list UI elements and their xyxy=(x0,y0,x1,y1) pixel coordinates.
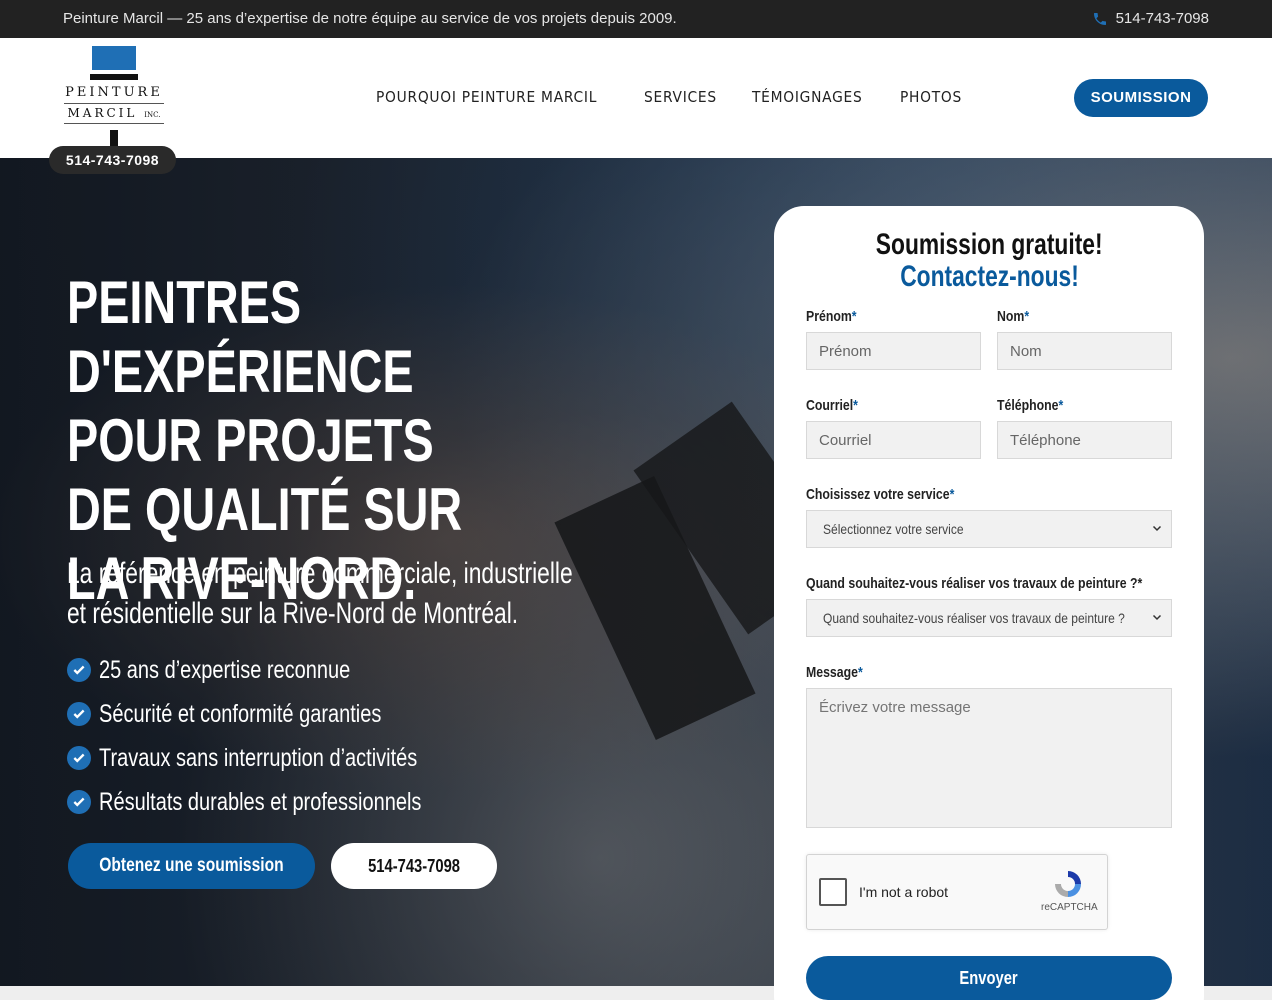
checklist-text: Sécurité et conformité garanties xyxy=(99,699,382,728)
nom-label: Nom* xyxy=(997,308,1029,325)
check-icon xyxy=(67,746,91,770)
call-phone-button[interactable]: 514-743-7098 xyxy=(331,843,497,889)
courriel-label: Courriel* xyxy=(806,397,858,414)
service-label-text: Choisissez votre service xyxy=(806,486,950,503)
service-select[interactable]: Sélectionnez votre service xyxy=(806,510,1172,548)
checklist-item: 25 ans d’expertise reconnue xyxy=(67,648,502,692)
quand-label: Quand souhaitez-vous réaliser vos travau… xyxy=(806,575,1143,592)
message-label-text: Message xyxy=(806,664,858,681)
checklist-text: Travaux sans interruption d’activités xyxy=(99,743,418,772)
hero-subtitle: La référence en peinture commerciale, in… xyxy=(67,557,573,630)
nom-input[interactable] xyxy=(997,332,1172,370)
get-quote-label: Obtenez une soumission xyxy=(99,855,284,876)
site-header: PEINTURE MARCIL INC. POURQUOI PEINTURE M… xyxy=(0,38,1272,158)
service-label: Choisissez votre service* xyxy=(806,486,954,503)
logo-post xyxy=(110,130,118,146)
top-bar: Peinture Marcil — 25 ans d’expertise de … xyxy=(0,0,1272,38)
topbar-phone-text: 514-743-7098 xyxy=(1115,10,1209,27)
nav-item-temoignages[interactable]: TÉMOIGNAGES xyxy=(752,88,862,106)
courriel-input[interactable] xyxy=(806,421,981,459)
recaptcha-brand: reCAPTCHA xyxy=(1041,902,1098,913)
prenom-input[interactable] xyxy=(806,332,981,370)
recaptcha-icon xyxy=(1055,871,1081,897)
get-quote-button[interactable]: Obtenez une soumission xyxy=(68,843,315,889)
checklist-item: Travaux sans interruption d’activités xyxy=(67,736,502,780)
soumission-button[interactable]: SOUMISSION xyxy=(1074,79,1208,117)
required-mark: * xyxy=(857,664,863,681)
telephone-input[interactable] xyxy=(997,421,1172,459)
telephone-label: Téléphone* xyxy=(997,397,1063,414)
recaptcha-checkbox[interactable] xyxy=(819,878,847,906)
submit-button[interactable]: Envoyer xyxy=(806,956,1172,1000)
timing-select[interactable]: Quand souhaitez-vous réaliser vos travau… xyxy=(806,599,1172,637)
form-subtitle-text: Contactez-nous! xyxy=(899,260,1079,293)
check-icon xyxy=(67,702,91,726)
nav-item-services[interactable]: SERVICES xyxy=(644,88,717,106)
call-phone-label: 514-743-7098 xyxy=(368,856,460,876)
service-select-value: Sélectionnez votre service xyxy=(823,521,964,537)
courriel-label-text: Courriel xyxy=(806,397,854,414)
chevron-down-icon xyxy=(1152,525,1162,532)
hero-checklist: 25 ans d’expertise reconnue Sécurité et … xyxy=(67,648,502,824)
logo-phone-button[interactable]: 514-743-7098 xyxy=(49,146,176,174)
main-nav: POURQUOI PEINTURE MARCIL SERVICES TÉMOIG… xyxy=(376,88,967,106)
nav-item-photos[interactable]: PHOTOS xyxy=(900,88,962,106)
nav-item-pourquoi[interactable]: POURQUOI PEINTURE MARCIL xyxy=(376,88,597,106)
submit-label: Envoyer xyxy=(959,968,1019,988)
checklist-item: Sécurité et conformité garanties xyxy=(67,692,502,736)
logo-divider-bottom xyxy=(64,123,164,124)
timing-select-value: Quand souhaitez-vous réaliser vos travau… xyxy=(823,610,1125,626)
form-subtitle: Contactez-nous! xyxy=(774,260,1204,294)
required-mark: * xyxy=(949,486,955,503)
recaptcha-widget: I'm not a robot reCAPTCHA xyxy=(806,854,1108,930)
required-mark: * xyxy=(853,397,858,414)
required-mark: * xyxy=(1058,397,1064,414)
logo-divider xyxy=(64,103,164,104)
topbar-phone-link[interactable]: 514-743-7098 xyxy=(1092,10,1209,27)
prenom-label-text: Prénom xyxy=(806,308,852,325)
logo-inc-text: INC. xyxy=(144,111,161,119)
check-icon xyxy=(67,658,91,682)
checklist-text: Résultats durables et professionnels xyxy=(99,787,422,816)
required-mark: * xyxy=(851,308,857,325)
nom-label-text: Nom xyxy=(997,308,1025,325)
chevron-down-icon xyxy=(1152,614,1162,621)
checklist-text: 25 ans d’expertise reconnue xyxy=(99,655,351,684)
logo-word-marcil: MARCIL INC. xyxy=(64,106,164,120)
checklist-item: Résultats durables et professionnels xyxy=(67,780,502,824)
tagline: Peinture Marcil — 25 ans d’expertise de … xyxy=(63,10,677,27)
logo-word-peinture: PEINTURE xyxy=(65,85,163,100)
telephone-label-text: Téléphone xyxy=(997,397,1059,414)
message-textarea[interactable] xyxy=(806,688,1172,828)
check-icon xyxy=(67,790,91,814)
form-title-text: Soumission gratuite! xyxy=(875,228,1103,261)
quote-form-card: Soumission gratuite! Contactez-nous! Pré… xyxy=(774,206,1204,1000)
message-label: Message* xyxy=(806,664,863,681)
logo-blue-block xyxy=(92,46,136,70)
required-mark: * xyxy=(1024,308,1030,325)
logo-marcil-text: MARCIL xyxy=(67,106,138,120)
form-title: Soumission gratuite! xyxy=(774,228,1204,262)
logo-black-bar xyxy=(90,74,138,80)
recaptcha-label: I'm not a robot xyxy=(859,884,949,900)
company-logo[interactable]: PEINTURE MARCIL INC. xyxy=(64,46,164,146)
prenom-label: Prénom* xyxy=(806,308,857,325)
phone-icon xyxy=(1093,12,1106,25)
